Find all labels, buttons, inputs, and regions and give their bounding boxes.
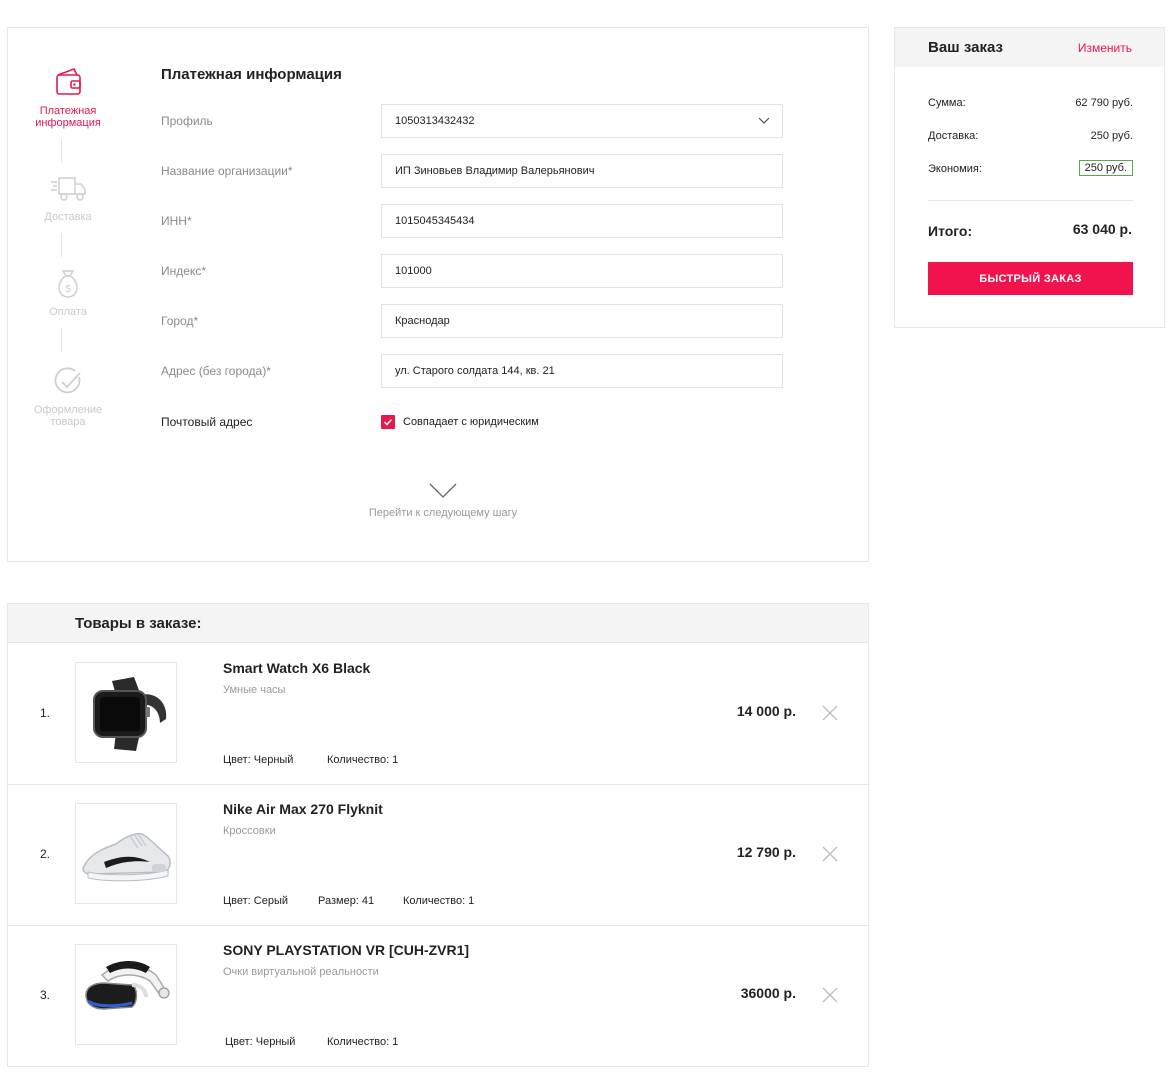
step-connector — [61, 233, 62, 257]
step-connector — [61, 328, 62, 352]
next-step-label: Перейти к следующему шагу — [368, 507, 518, 519]
item-number: 3. — [40, 988, 51, 1002]
item-name[interactable]: Nike Air Max 270 Flyknit — [223, 801, 383, 817]
step-connector — [61, 139, 62, 163]
next-step-link[interactable]: Перейти к следующему шагу — [308, 483, 578, 519]
address-label: Адрес (без города)* — [161, 364, 271, 378]
quick-order-button[interactable]: БЫСТРЫЙ ЗАКАЗ — [928, 262, 1133, 295]
delivery-label: Доставка: — [928, 130, 979, 142]
profile-value: 1050313432432 — [395, 115, 475, 127]
saving-label: Экономия: — [928, 163, 982, 175]
org-row: Название организации* — [161, 154, 783, 188]
index-row: Индекс* — [161, 254, 783, 288]
city-label: Город* — [161, 314, 199, 328]
org-label: Название организации* — [161, 164, 293, 178]
postal-label: Почтовый адрес — [161, 415, 253, 429]
item-name[interactable]: SONY PLAYSTATION VR [CUH-ZVR1] — [223, 942, 469, 958]
truck-icon — [51, 177, 86, 201]
address-input[interactable] — [381, 354, 783, 388]
total-label: Итого: — [928, 223, 973, 239]
edit-order-link[interactable]: Изменить — [1078, 41, 1132, 55]
item-quantity: Количество: 1 — [403, 895, 475, 907]
item-name[interactable]: Smart Watch X6 Black — [223, 660, 370, 676]
list-item: 2. Nike Air Max 270 Flyknit Кроссовки Цв… — [8, 785, 868, 926]
postal-row: Почтовый адрес Совпадает с юридическим — [161, 405, 783, 439]
chevron-down-icon — [429, 483, 457, 498]
address-row: Адрес (без города)* — [161, 354, 783, 388]
item-category: Умные часы — [223, 684, 286, 696]
step-label: Оформление товара — [33, 404, 103, 428]
order-items-title: Товары в заказе: — [75, 615, 202, 632]
step-label: Платежная информация — [35, 105, 101, 129]
smartwatch-icon — [93, 677, 167, 751]
item-price: 14 000 р. — [736, 703, 796, 719]
sum-label: Сумма: — [928, 97, 966, 109]
list-item: 1. Smart Watch X6 Black Умные часы Цвет:… — [8, 644, 868, 785]
item-color: Цвет: Серый — [223, 895, 288, 907]
chevron-down-icon — [758, 117, 770, 124]
item-category: Очки виртуальной реальности — [223, 966, 379, 978]
wallet-icon — [56, 67, 81, 95]
sum-row: Сумма: 62 790 руб. — [928, 95, 1133, 113]
profile-label: Профиль — [161, 114, 213, 128]
index-input[interactable] — [381, 254, 783, 288]
close-icon[interactable] — [822, 846, 838, 862]
item-quantity: Количество: 1 — [327, 1036, 399, 1048]
summary-divider — [928, 200, 1133, 201]
item-price: 36000 р. — [740, 985, 796, 1001]
total-value: 63 040 р. — [1072, 221, 1132, 237]
item-category: Кроссовки — [223, 825, 276, 837]
check-circle-icon — [54, 367, 81, 394]
item-color: Цвет: Черный — [225, 1036, 296, 1048]
item-size: Размер: 41 — [318, 895, 375, 907]
postal-checkbox-label[interactable]: Совпадает с юридическим — [403, 416, 539, 428]
saving-value: 250 руб. — [1078, 160, 1133, 176]
order-items-header: Товары в заказе: — [8, 604, 868, 643]
step-checkout[interactable]: Оформление товара — [8, 365, 128, 428]
product-image-smartwatch[interactable] — [75, 662, 177, 763]
checkout-stepper: Платежная информация Доставка $ Оплата О… — [8, 28, 128, 561]
item-price: 12 790 р. — [736, 844, 796, 860]
order-items: Товары в заказе: 1. Smart Watch X6 Black… — [7, 603, 869, 1067]
saving-row: Экономия: 250 руб. — [928, 160, 1133, 179]
order-summary: Ваш заказ Изменить Сумма: 62 790 руб. До… — [894, 27, 1165, 328]
close-icon[interactable] — [822, 987, 838, 1003]
step-label: Оплата — [49, 306, 87, 318]
checkout-card: Платежная информация Доставка $ Оплата О… — [7, 27, 869, 562]
item-number: 2. — [40, 847, 51, 861]
checkmark-icon — [383, 418, 393, 426]
org-input[interactable] — [381, 154, 783, 188]
inn-label: ИНН* — [161, 214, 192, 228]
index-label: Индекс* — [161, 264, 206, 278]
sneaker-icon — [82, 832, 171, 882]
delivery-value: 250 руб. — [1090, 130, 1133, 142]
item-quantity: Количество: 1 — [327, 754, 399, 766]
city-input[interactable] — [381, 304, 783, 338]
sum-value: 62 790 руб. — [1075, 97, 1133, 109]
order-summary-header: Ваш заказ Изменить — [895, 28, 1164, 67]
item-number: 1. — [40, 706, 51, 720]
profile-select[interactable]: 1050313432432 — [381, 104, 783, 138]
list-item: 3. SONY PLAYSTATION VR [CUH-ZVR1] Очки в… — [8, 926, 868, 1067]
svg-text:$: $ — [65, 284, 71, 295]
product-image-sneakers[interactable] — [75, 803, 177, 904]
form-title: Платежная информация — [161, 66, 342, 83]
postal-same-checkbox[interactable] — [381, 415, 395, 429]
order-summary-title: Ваш заказ — [928, 39, 1003, 56]
step-delivery[interactable]: Доставка — [8, 172, 128, 223]
product-image-vr-headset[interactable] — [75, 944, 177, 1045]
vr-headset-icon — [85, 961, 170, 1010]
profile-row: Профиль 1050313432432 — [161, 104, 783, 138]
city-row: Город* — [161, 304, 783, 338]
delivery-row: Доставка: 250 руб. — [928, 128, 1133, 146]
close-icon[interactable] — [822, 705, 838, 721]
inn-row: ИНН* — [161, 204, 783, 238]
step-payment-info[interactable]: Платежная информация — [8, 66, 128, 129]
step-payment[interactable]: $ Оплата — [8, 267, 128, 318]
money-bag-icon: $ — [58, 270, 78, 298]
inn-input[interactable] — [381, 204, 783, 238]
step-label: Доставка — [44, 211, 92, 223]
item-color: Цвет: Черный — [223, 754, 294, 766]
